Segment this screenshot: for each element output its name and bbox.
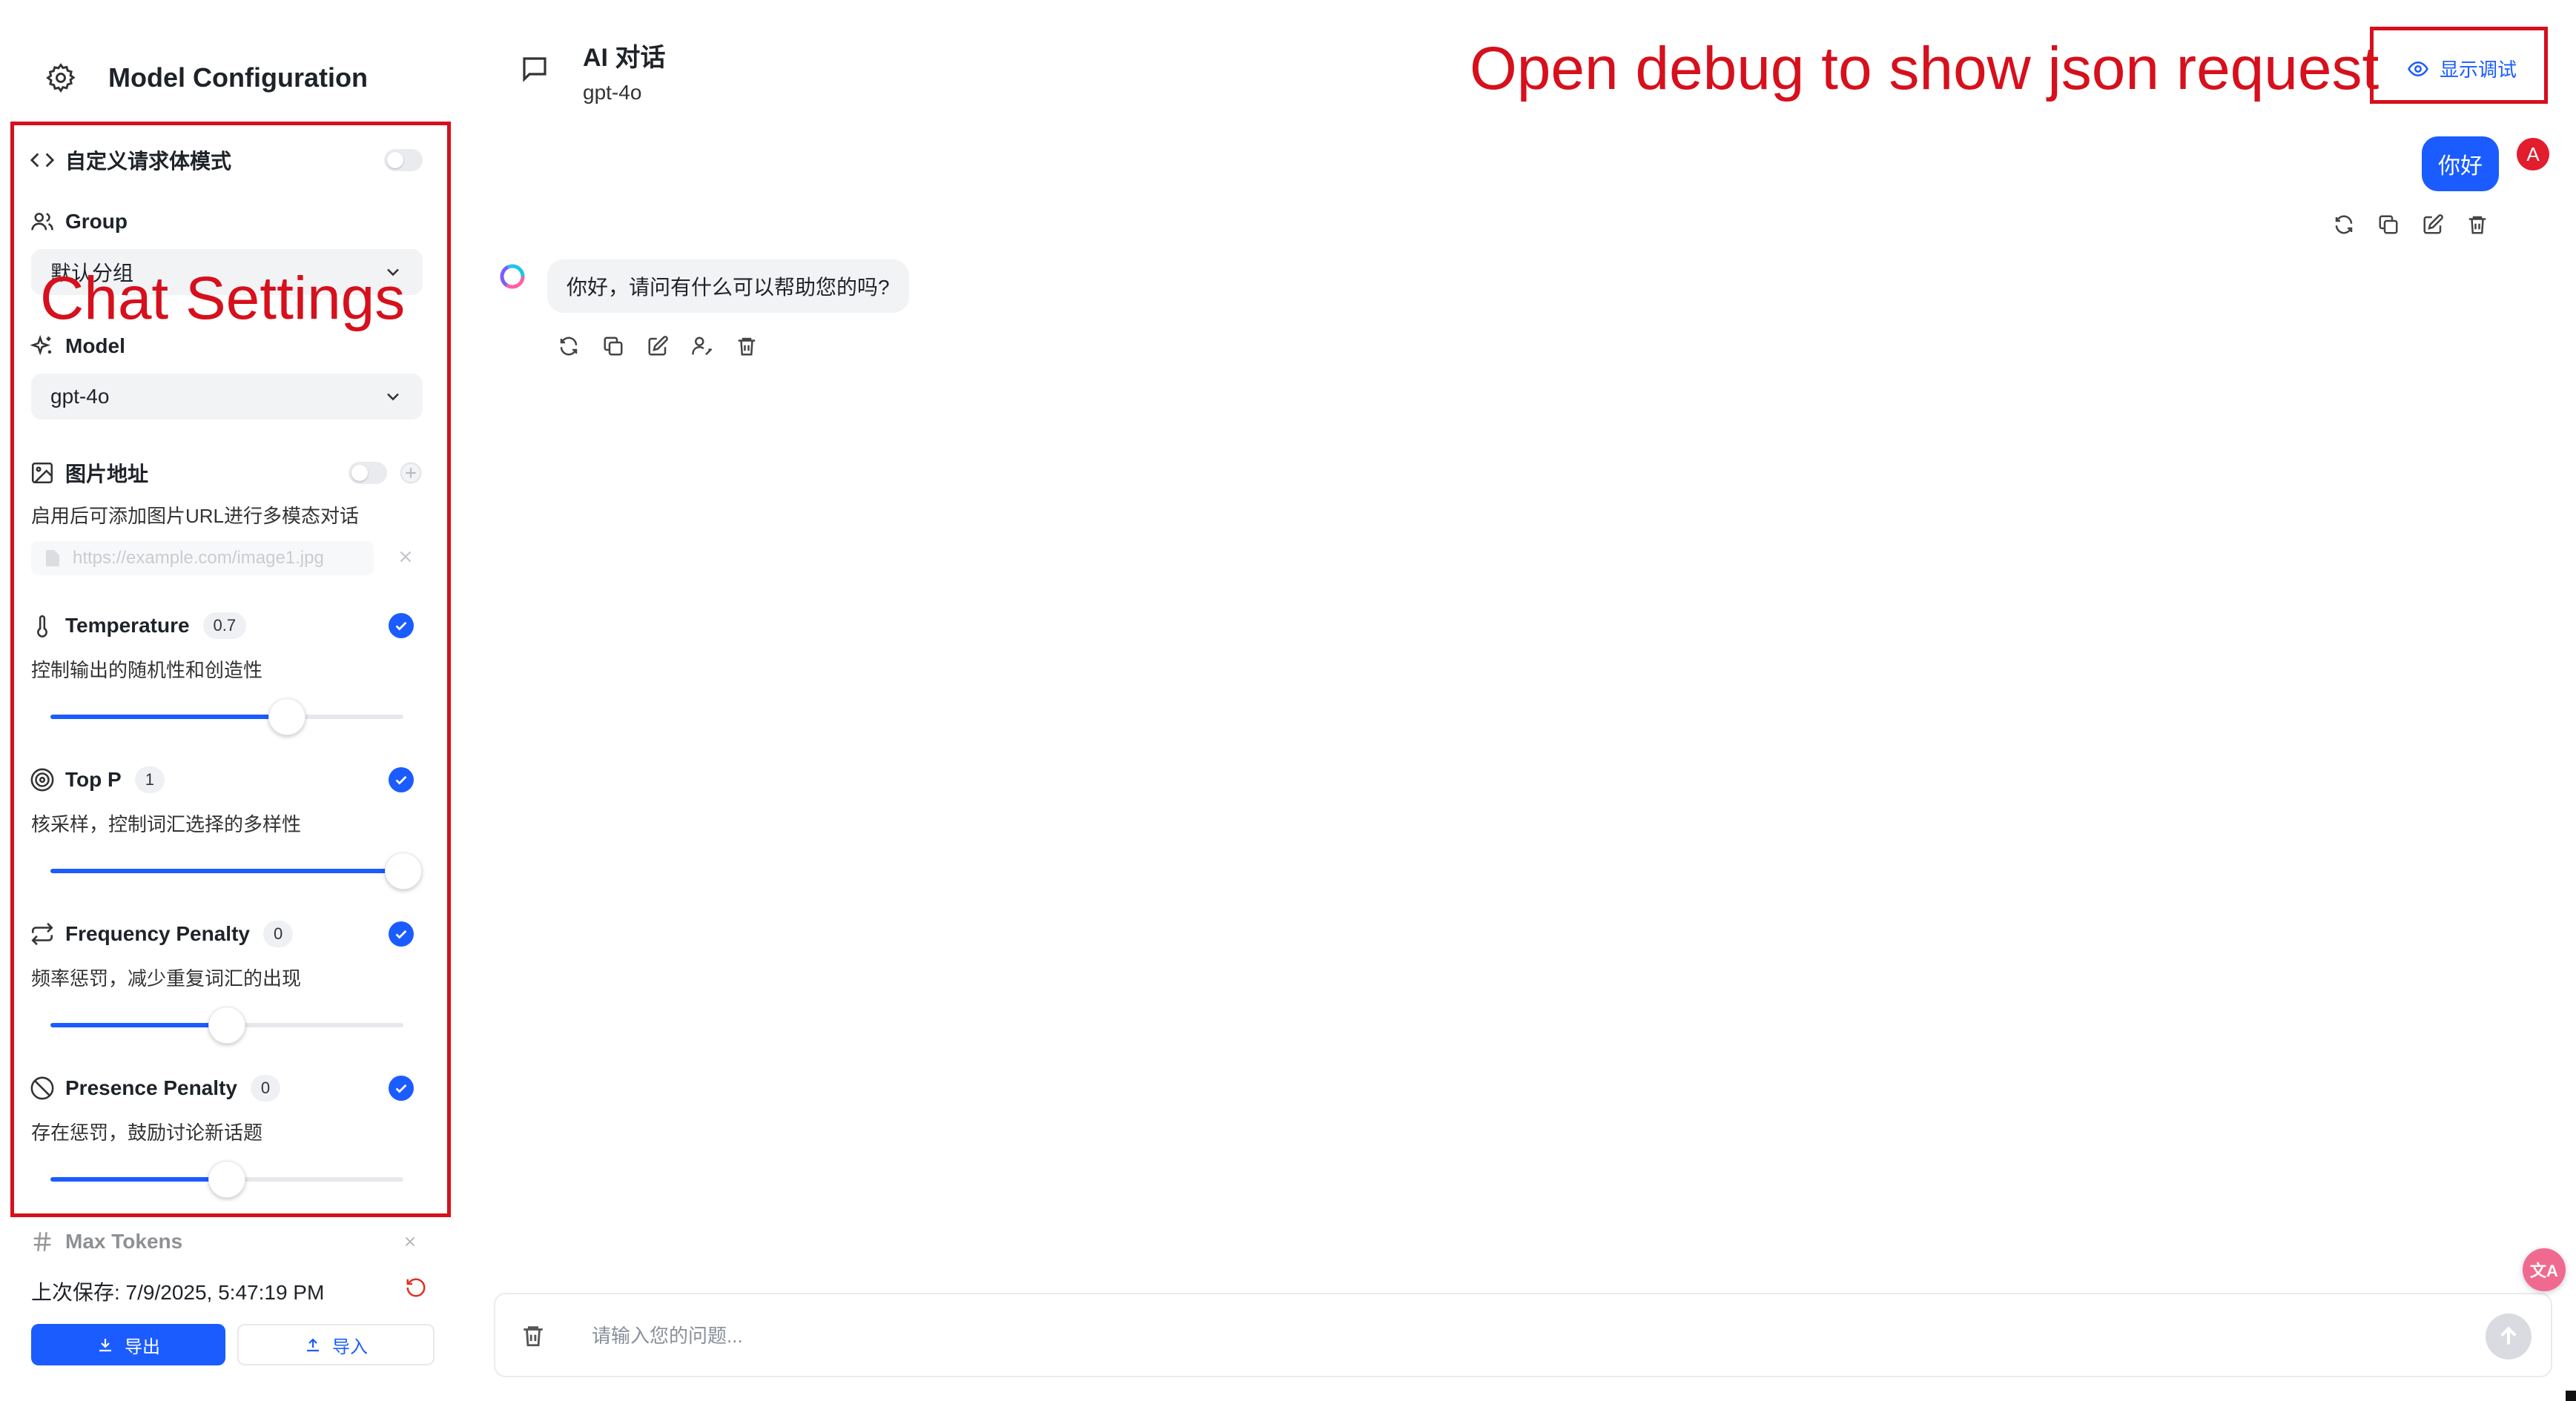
hash-icon (33, 1232, 51, 1251)
chat-composer (494, 1293, 2552, 1377)
trash-icon[interactable] (736, 335, 758, 357)
user-edit-icon[interactable] (691, 335, 713, 357)
import-label: 导入 (332, 1337, 368, 1357)
copy-icon[interactable] (602, 335, 624, 357)
max-tokens-label: Max Tokens (65, 1230, 183, 1253)
chat-model-name: gpt-4o (583, 81, 642, 104)
download-icon (99, 1339, 111, 1352)
annotation-chat-settings: Chat Settings (40, 265, 406, 332)
show-debug-label: 显示调试 (2440, 59, 2517, 81)
send-button[interactable] (2486, 1314, 2532, 1359)
copy-icon[interactable] (2377, 213, 2400, 236)
show-debug-button[interactable]: 显示调试 (2407, 55, 2517, 82)
corner-mark (2566, 1391, 2576, 1401)
reset-icon[interactable] (405, 1276, 427, 1299)
assistant-message-bubble: 你好，请问有什么可以帮助您的吗? (547, 259, 909, 313)
trash-icon[interactable] (2466, 213, 2489, 236)
arrow-up-icon (2500, 1326, 2517, 1345)
edit-icon[interactable] (647, 335, 669, 357)
import-button[interactable]: 导入 (237, 1324, 435, 1365)
chat-bubble-icon (523, 57, 546, 82)
last-saved-text: 上次保存: 7/9/2025, 5:47:19 PM (31, 1281, 325, 1304)
max-tokens-row: Max Tokens (30, 1229, 423, 1254)
assistant-logo-icon (500, 264, 525, 289)
refresh-icon[interactable] (2333, 213, 2355, 236)
clear-chat-trash-icon[interactable] (521, 1322, 546, 1349)
translate-fab[interactable]: 文A (2523, 1248, 2566, 1291)
translate-icon: 文A (2530, 1262, 2558, 1280)
close-icon[interactable] (402, 1233, 418, 1250)
chat-header: AI 对话 gpt-4o (519, 37, 665, 105)
eye-icon (2408, 61, 2428, 76)
annotation-debug-text: Open debug to show json request (1470, 35, 2380, 102)
user-avatar: A (2517, 138, 2549, 170)
export-label: 导出 (125, 1337, 160, 1357)
chat-title: AI 对话 (583, 44, 666, 72)
upload-icon (307, 1338, 319, 1352)
edit-icon[interactable] (2422, 213, 2444, 236)
gear-icon (46, 63, 76, 93)
export-button[interactable]: 导出 (31, 1324, 225, 1365)
chat-input[interactable] (592, 1318, 2371, 1354)
sidebar-title: Model Configuration (108, 62, 368, 93)
refresh-icon[interactable] (558, 335, 580, 357)
sidebar-header: Model Configuration (44, 59, 368, 96)
user-message-actions (2333, 213, 2489, 236)
user-message-bubble: 你好 (2422, 136, 2499, 191)
assistant-message-actions (558, 335, 758, 357)
